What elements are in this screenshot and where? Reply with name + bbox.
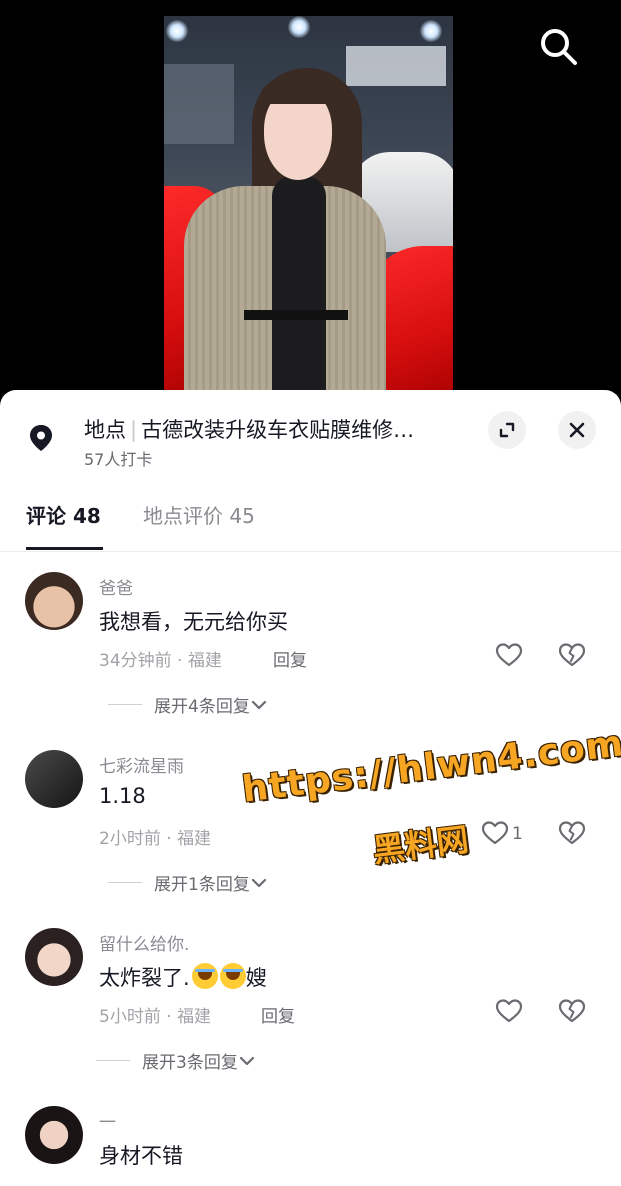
- expand-icon: [499, 422, 515, 438]
- broken-heart-icon[interactable]: [558, 820, 586, 846]
- laughing-emoji-icon: [191, 963, 218, 989]
- reply-button[interactable]: 回复: [261, 1002, 295, 1027]
- title-separator: |: [130, 418, 138, 442]
- expand-replies[interactable]: 展开1条回复: [108, 870, 268, 895]
- expand-button[interactable]: [488, 411, 526, 449]
- comment-meta: 34分钟前 · 福建: [99, 651, 222, 671]
- divider: [108, 704, 142, 705]
- close-button[interactable]: [558, 411, 596, 449]
- person-belt: [244, 310, 348, 320]
- location-prefix: 地点: [84, 418, 126, 442]
- laughing-emoji-icon: [219, 963, 246, 989]
- tab-comments[interactable]: 评论 48: [26, 500, 101, 529]
- comment-text: 太炸裂了. 嫂: [99, 962, 267, 992]
- comment-author[interactable]: 七彩流星雨: [99, 752, 184, 777]
- expand-replies[interactable]: 展开3条回复: [96, 1048, 256, 1073]
- search-button[interactable]: [536, 24, 580, 68]
- tab-location-reviews[interactable]: 地点评价 45: [143, 500, 255, 529]
- reply-button[interactable]: 回复: [273, 646, 307, 671]
- video-frame[interactable]: [164, 16, 453, 400]
- expand-replies-label: 展开4条回复: [154, 697, 250, 717]
- tab-bar: 评论 48 地点评价 45: [0, 494, 621, 552]
- person-bangs: [258, 78, 338, 104]
- checkin-count: 57人打卡: [84, 450, 153, 469]
- avatar[interactable]: [25, 928, 83, 986]
- background-sign: [346, 46, 446, 86]
- avatar[interactable]: [25, 1106, 83, 1164]
- comment-text: 1.18: [99, 784, 146, 808]
- chevron-down-icon: [251, 878, 266, 887]
- person-shirt: [272, 176, 326, 400]
- heart-icon[interactable]: [481, 820, 509, 846]
- comment-author[interactable]: 一: [99, 1108, 116, 1133]
- avatar[interactable]: [25, 750, 83, 808]
- like-count: 1: [512, 824, 523, 844]
- chevron-down-icon: [239, 1056, 254, 1065]
- background-wall: [164, 64, 234, 144]
- active-tab-indicator: [26, 547, 103, 550]
- search-icon: [541, 29, 577, 65]
- comment-text-part: 嫂: [245, 966, 267, 990]
- broken-heart-icon[interactable]: [558, 998, 586, 1024]
- comment-author[interactable]: 爸爸: [99, 574, 133, 599]
- location-title[interactable]: 地点 | 古德改装升级车衣贴膜维修…: [84, 414, 476, 444]
- expand-replies-label: 展开3条回复: [142, 1053, 238, 1073]
- close-icon: [569, 422, 585, 438]
- ceiling-light: [420, 20, 442, 42]
- expand-replies[interactable]: 展开4条回复: [108, 692, 268, 717]
- comment-text-part: 太炸裂了.: [99, 966, 190, 990]
- comment-meta: 2小时前 · 福建: [99, 829, 212, 849]
- video-player[interactable]: [0, 0, 621, 400]
- comment-text: 身材不错: [99, 1144, 183, 1168]
- broken-heart-icon[interactable]: [558, 642, 586, 668]
- ceiling-light: [288, 16, 310, 38]
- location-name: 古德改装升级车衣贴膜维修…: [141, 418, 415, 442]
- chevron-down-icon: [251, 700, 266, 709]
- divider: [108, 882, 142, 883]
- expand-replies-label: 展开1条回复: [154, 875, 250, 895]
- location-pin-icon: [30, 425, 52, 451]
- heart-icon[interactable]: [495, 642, 523, 668]
- ceiling-light: [166, 20, 188, 42]
- heart-icon[interactable]: [495, 998, 523, 1024]
- comment-text: 我想看，无元给你买: [99, 610, 288, 634]
- comment-author[interactable]: 留什么给你.: [99, 930, 189, 955]
- divider: [96, 1060, 130, 1061]
- avatar[interactable]: [25, 572, 83, 630]
- comment-meta: 5小时前 · 福建: [99, 1007, 212, 1027]
